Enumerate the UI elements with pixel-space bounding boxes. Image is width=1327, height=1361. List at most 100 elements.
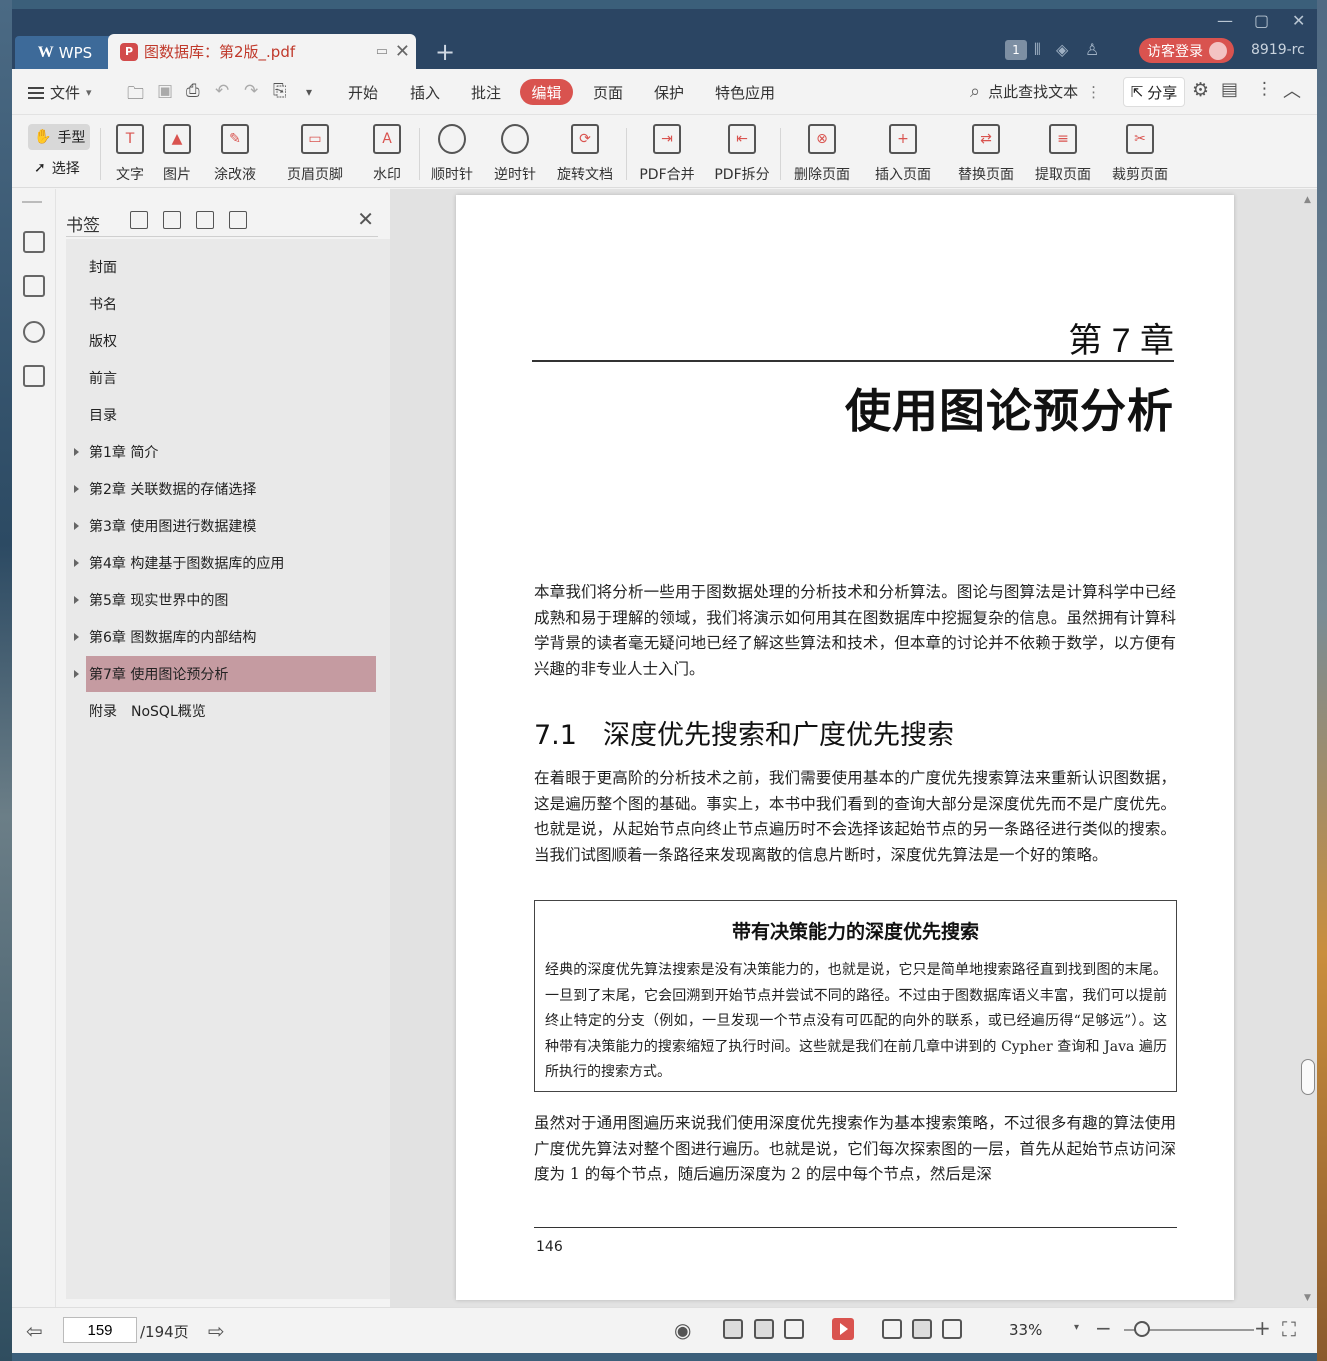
bookmark-item[interactable]: 版权 <box>86 323 376 359</box>
rotate-counterclockwise-button[interactable]: 逆时针 <box>492 124 538 184</box>
expand-caret-icon[interactable] <box>74 596 79 604</box>
crop-page-button[interactable]: ✂ 裁剪页面 <box>1109 124 1171 184</box>
expand-caret-icon[interactable] <box>74 522 79 530</box>
find-text-button[interactable]: ⌕ 点此查找文本 ⋮ <box>970 81 1101 102</box>
menu-start[interactable]: 开始 <box>348 82 378 103</box>
play-slideshow-icon[interactable] <box>832 1318 854 1340</box>
bookmark-item[interactable]: 第2章 关联数据的存储选择 <box>86 471 376 507</box>
page-number-input[interactable] <box>63 1317 137 1343</box>
layout-icon[interactable]: ⫴ <box>1034 40 1041 60</box>
skin-icon[interactable]: ◈ <box>1056 40 1068 59</box>
rotate-document-button[interactable]: ⟳ 旋转文档 <box>555 124 615 184</box>
bookmark-item[interactable]: 第5章 现实世界中的图 <box>86 582 376 618</box>
print-icon[interactable]: ⎙ <box>186 81 200 101</box>
minimize-icon[interactable]: — <box>1217 11 1233 30</box>
bookmark-item[interactable]: 第4章 构建基于图数据库的应用 <box>86 545 376 581</box>
comment-icon[interactable]: ▤ <box>1221 79 1238 100</box>
insert-page-button[interactable]: + 插入页面 <box>868 124 938 184</box>
collapse-all-icon[interactable] <box>163 211 181 229</box>
expand-all-icon[interactable] <box>130 211 148 229</box>
select-tool-button[interactable]: ➚ 选择 <box>28 155 90 181</box>
previous-page-icon[interactable]: ⇦ <box>26 1319 43 1343</box>
close-tab-icon[interactable]: ✕ <box>395 41 410 62</box>
menu-file[interactable]: 文件 ▾ <box>28 82 92 103</box>
add-bookmark-icon[interactable] <box>196 211 214 229</box>
bookmark-item[interactable]: 书名 <box>86 286 376 322</box>
new-tab-button[interactable]: + <box>435 38 455 66</box>
menu-edit[interactable]: 编辑 <box>520 79 573 105</box>
bookmark-item[interactable]: 第1章 简介 <box>86 434 376 470</box>
zoom-out-icon[interactable]: − <box>1095 1316 1112 1340</box>
bookmark-item[interactable]: 附录 NoSQL概览 <box>86 693 376 729</box>
expand-caret-icon[interactable] <box>74 633 79 641</box>
expand-caret-icon[interactable] <box>74 670 79 678</box>
bookmark-item[interactable]: 目录 <box>86 397 376 433</box>
close-panel-icon[interactable]: ✕ <box>357 207 374 231</box>
zoom-slider-handle[interactable] <box>1134 1321 1150 1337</box>
bookmark-list-icon[interactable] <box>23 231 45 253</box>
open-folder-icon[interactable]: 🗀 <box>127 81 144 110</box>
edit-text-button[interactable]: T 文字 <box>113 124 147 184</box>
fit-page-icon[interactable] <box>912 1319 932 1339</box>
replace-page-button[interactable]: ⇄ 替换页面 <box>955 124 1017 184</box>
fit-width-icon[interactable] <box>942 1319 962 1339</box>
expand-caret-icon[interactable] <box>74 559 79 567</box>
window-count-badge[interactable]: 1 <box>1005 40 1027 60</box>
extract-page-button[interactable]: ≡ 提取页面 <box>1032 124 1094 184</box>
pdf-merge-button[interactable]: ⇥ PDF合并 <box>637 124 697 184</box>
signature-icon[interactable] <box>23 365 45 387</box>
menu-protect[interactable]: 保护 <box>654 82 684 103</box>
bookmark-item[interactable]: 前言 <box>86 360 376 396</box>
scroll-up-icon[interactable]: ▲ <box>1304 195 1311 205</box>
tab-document[interactable]: P 图数据库：第2版_.pdf ▭ ✕ <box>108 34 416 69</box>
maximize-icon[interactable]: ▢ <box>1254 11 1269 30</box>
export-icon[interactable]: ⎘ <box>273 81 287 101</box>
next-page-icon[interactable]: ⇨ <box>208 1319 225 1343</box>
thumbnail-icon[interactable] <box>23 275 45 297</box>
login-button[interactable]: 访客登录 <box>1139 38 1234 63</box>
menu-annotate[interactable]: 批注 <box>471 82 501 103</box>
shirt-icon[interactable]: ♙ <box>1085 40 1099 59</box>
menu-insert[interactable]: 插入 <box>410 82 440 103</box>
scroll-down-icon[interactable]: ▼ <box>1304 1293 1311 1303</box>
expand-caret-icon[interactable] <box>74 448 79 456</box>
delete-page-button[interactable]: ⊗ 删除页面 <box>791 124 853 184</box>
scrollbar-thumb[interactable] <box>1301 1059 1315 1095</box>
pin-icon[interactable]: ▭ <box>376 44 388 59</box>
bookmark-options-icon[interactable] <box>229 211 247 229</box>
save-icon[interactable]: ▣ <box>157 81 173 101</box>
share-button[interactable]: ⇱ 分享 <box>1123 77 1185 107</box>
bookmark-item-active[interactable]: 第7章 使用图论预分析 <box>86 656 376 692</box>
fullscreen-icon[interactable]: ⛶ <box>1282 1317 1296 1341</box>
collapse-ribbon-icon[interactable]: ︿ <box>1283 77 1301 103</box>
annotation-icon[interactable] <box>23 321 45 343</box>
header-footer-button[interactable]: ▭ 页眉页脚 <box>280 124 350 184</box>
zoom-level[interactable]: 33% <box>1009 1321 1042 1339</box>
single-page-icon[interactable] <box>754 1319 774 1339</box>
undo-icon[interactable]: ↶ <box>215 81 229 101</box>
hand-tool-button[interactable]: ✋ 手型 <box>28 124 90 150</box>
rotate-clockwise-button[interactable]: 顺时针 <box>429 124 475 184</box>
bookmark-item[interactable]: 封面 <box>86 249 376 285</box>
tab-wps-home[interactable]: W WPS <box>15 36 115 69</box>
actual-size-icon[interactable] <box>882 1319 902 1339</box>
pdf-split-button[interactable]: ⇤ PDF拆分 <box>712 124 772 184</box>
gear-icon[interactable]: ⚙ <box>1192 79 1209 101</box>
redo-icon[interactable]: ↷ <box>244 81 258 101</box>
zoom-dropdown-icon[interactable]: ▾ <box>1074 1322 1079 1333</box>
correction-fluid-button[interactable]: ✎ 涂改液 <box>207 124 263 184</box>
menu-special[interactable]: 特色应用 <box>715 82 775 103</box>
expand-caret-icon[interactable] <box>74 485 79 493</box>
menu-page[interactable]: 页面 <box>593 82 623 103</box>
more-chevron-icon[interactable]: ▾ <box>306 85 312 99</box>
image-button[interactable]: ▲ 图片 <box>160 124 194 184</box>
close-window-icon[interactable]: ✕ <box>1292 11 1305 30</box>
two-page-icon[interactable] <box>784 1319 804 1339</box>
bookmark-item[interactable]: 第6章 图数据库的内部结构 <box>86 619 376 655</box>
more-menu-icon[interactable]: ⋮ <box>1256 79 1273 99</box>
zoom-in-icon[interactable]: + <box>1254 1316 1271 1340</box>
bookmark-item[interactable]: 第3章 使用图进行数据建模 <box>86 508 376 544</box>
continuous-view-icon[interactable] <box>723 1319 743 1339</box>
more-vertical-icon[interactable]: ⋮ <box>1086 83 1101 101</box>
eye-protect-icon[interactable]: ◉ <box>674 1318 691 1342</box>
